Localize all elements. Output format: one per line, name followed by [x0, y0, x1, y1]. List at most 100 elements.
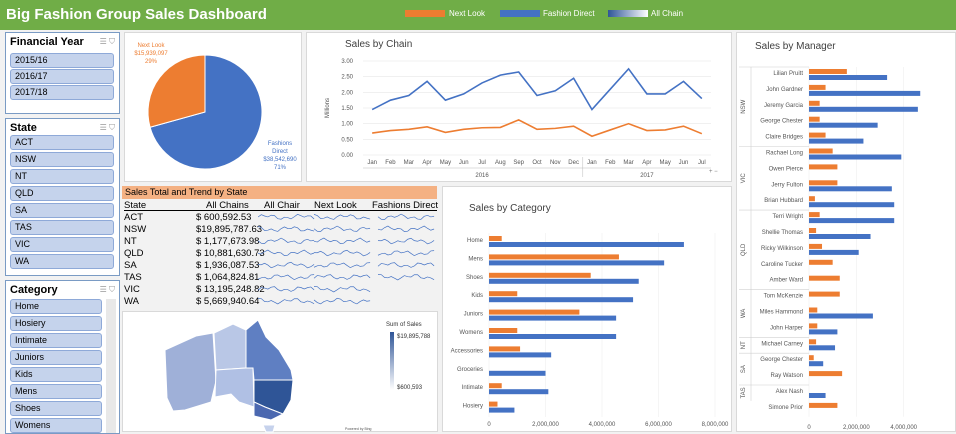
slicer-item[interactable]: Home — [10, 299, 102, 314]
slicer-item[interactable]: Juniors — [10, 350, 102, 365]
table-row: ACT $ 600,592.53 — [124, 212, 437, 223]
map-region-tas[interactable] — [262, 424, 276, 433]
pie-label-fd-name-2: Direct — [272, 149, 288, 155]
group-label: VIC — [741, 173, 747, 184]
australia-map: Sum of Sales $19,895,788 $600,593 Powere… — [164, 319, 431, 433]
slicer-item[interactable]: QLD — [10, 186, 114, 201]
sparkline — [313, 274, 371, 280]
x-tick-label: 2,000,000 — [532, 422, 559, 428]
map-region-nt[interactable] — [213, 323, 247, 371]
total-cell: $ 1,064,824.81 — [196, 272, 260, 283]
slicer-item[interactable]: VIC — [10, 237, 114, 252]
bar-fashion-direct — [489, 315, 617, 321]
bar-fashion-direct — [489, 352, 552, 358]
header-all-chair: All Chair — [264, 200, 300, 211]
map-region-wa[interactable] — [164, 332, 217, 412]
manager-label: Simone Prior — [768, 405, 803, 411]
y-axis-label: Millions — [325, 98, 331, 118]
bar-next-look — [809, 291, 840, 297]
sparkline — [258, 249, 315, 257]
sparkline — [258, 261, 315, 269]
sparkline-path — [313, 262, 371, 269]
map-panel: Sum of Sales $19,895,788 $600,593 Powere… — [122, 311, 438, 433]
filter-icons[interactable]: ☰ ⛉ — [100, 123, 115, 133]
bar-next-look — [809, 307, 818, 313]
bar-fashion-direct — [809, 186, 892, 192]
pie-label-fd-value: $38,542,690 — [263, 157, 297, 163]
slicer-item[interactable]: 2015/16 — [10, 53, 114, 68]
category-label: Juniors — [464, 312, 483, 318]
bar-next-look — [809, 69, 847, 74]
bar-next-look — [809, 164, 838, 170]
map-legend-min: $600,593 — [397, 385, 423, 391]
slicer-item[interactable]: SA — [10, 203, 114, 218]
slicer-category: Category ☰ ⛉ Home Hosiery Intimate Junio… — [5, 280, 120, 434]
sparkline-group — [258, 213, 435, 220]
sparkline-path — [258, 274, 315, 281]
group-label: NT — [741, 341, 747, 349]
slicer-item[interactable]: Hosiery — [10, 316, 102, 331]
sparkline-path — [258, 249, 315, 257]
sparkline-path — [258, 213, 315, 220]
slicer-item[interactable]: ACT — [10, 135, 114, 150]
state-table-title: Sales Total and Trend by State — [122, 186, 437, 199]
zoom-controls[interactable]: + − — [709, 169, 718, 175]
bar-fashion-direct — [489, 260, 665, 266]
slicer-item[interactable]: Intimate — [10, 333, 102, 348]
sparkline — [258, 286, 315, 292]
sparkline — [258, 237, 315, 244]
legend-swatch-fashion-direct — [500, 10, 540, 17]
x-tick-label: Jul — [478, 160, 486, 166]
x-tick-label: Jun — [459, 160, 469, 166]
bar-fashion-direct — [809, 122, 878, 128]
y-tick-label: 3.00 — [341, 59, 353, 65]
bar-next-look — [489, 383, 502, 389]
filter-icons[interactable]: ☰ ⛉ — [100, 285, 115, 295]
bar-next-look — [809, 402, 838, 408]
sparkline-path — [377, 250, 435, 257]
state-cell: WA — [124, 296, 139, 307]
map-region-sa[interactable] — [214, 367, 255, 408]
x-tick-label: 0 — [487, 422, 491, 428]
table-row: VIC $ 13,195,248.82 — [124, 284, 437, 295]
slicer-item[interactable]: Shoes — [10, 401, 102, 416]
manager-label: Lilian Pruitt — [773, 71, 803, 77]
map-legend-title: Sum of Sales — [386, 322, 422, 328]
pie-label-next-look-value: $15,939,097 — [134, 51, 168, 57]
slicer-scrollbar[interactable] — [106, 299, 116, 433]
bar-fashion-direct — [809, 106, 918, 112]
legend-label-all-chain: All Chain — [651, 9, 684, 18]
x-tick-label: Feb — [385, 160, 396, 166]
slicer-state: State ☰ ⛉ ACT NSW NT QLD SA TAS VIC WA — [5, 118, 120, 276]
header-fashions-direct: Fashions Direct — [372, 200, 438, 211]
slicer-item[interactable]: WA — [10, 254, 114, 269]
map-region-qld[interactable] — [245, 319, 294, 381]
bar-fashion-direct — [489, 370, 546, 376]
slicer-item[interactable]: Mens — [10, 384, 102, 399]
sparkline-path — [313, 274, 371, 280]
bar-next-look — [809, 355, 814, 361]
slicer-item[interactable]: Kids — [10, 367, 102, 382]
category-label: Accessories — [451, 348, 483, 354]
line-chart: 0.00 0.50 1.00 1.50 2.00 2.50 3.00 Millions Jan F… — [325, 59, 711, 179]
slicer-item[interactable]: 2016/17 — [10, 69, 114, 84]
sales-by-category-panel: Sales by Category 0 2,000,000 4,000,000 6,0… — [442, 186, 732, 432]
slicer-item[interactable]: 2017/18 — [10, 85, 114, 100]
table-row: NSW $19,895,787.63 — [124, 224, 437, 235]
filter-icons[interactable]: ☰ ⛉ — [100, 37, 115, 47]
bar-fashion-direct — [809, 218, 895, 224]
group-label: SA — [741, 365, 747, 373]
bar-next-look — [489, 401, 498, 407]
slicer-item[interactable]: Womens — [10, 418, 102, 433]
slicer-item[interactable]: NT — [10, 169, 114, 184]
x-tick-label: 8,000,000 — [702, 422, 729, 428]
bar-next-look — [809, 228, 817, 233]
series-line — [371, 67, 703, 111]
slicer-item[interactable]: TAS — [10, 220, 114, 235]
sparkline-path — [258, 298, 315, 305]
slicer-item[interactable]: NSW — [10, 152, 114, 167]
sparkline-path — [313, 237, 371, 245]
x-tick-label: Mar — [623, 160, 633, 166]
state-cell: NT — [124, 236, 137, 247]
manager-label: Jerry Fulton — [771, 182, 803, 188]
